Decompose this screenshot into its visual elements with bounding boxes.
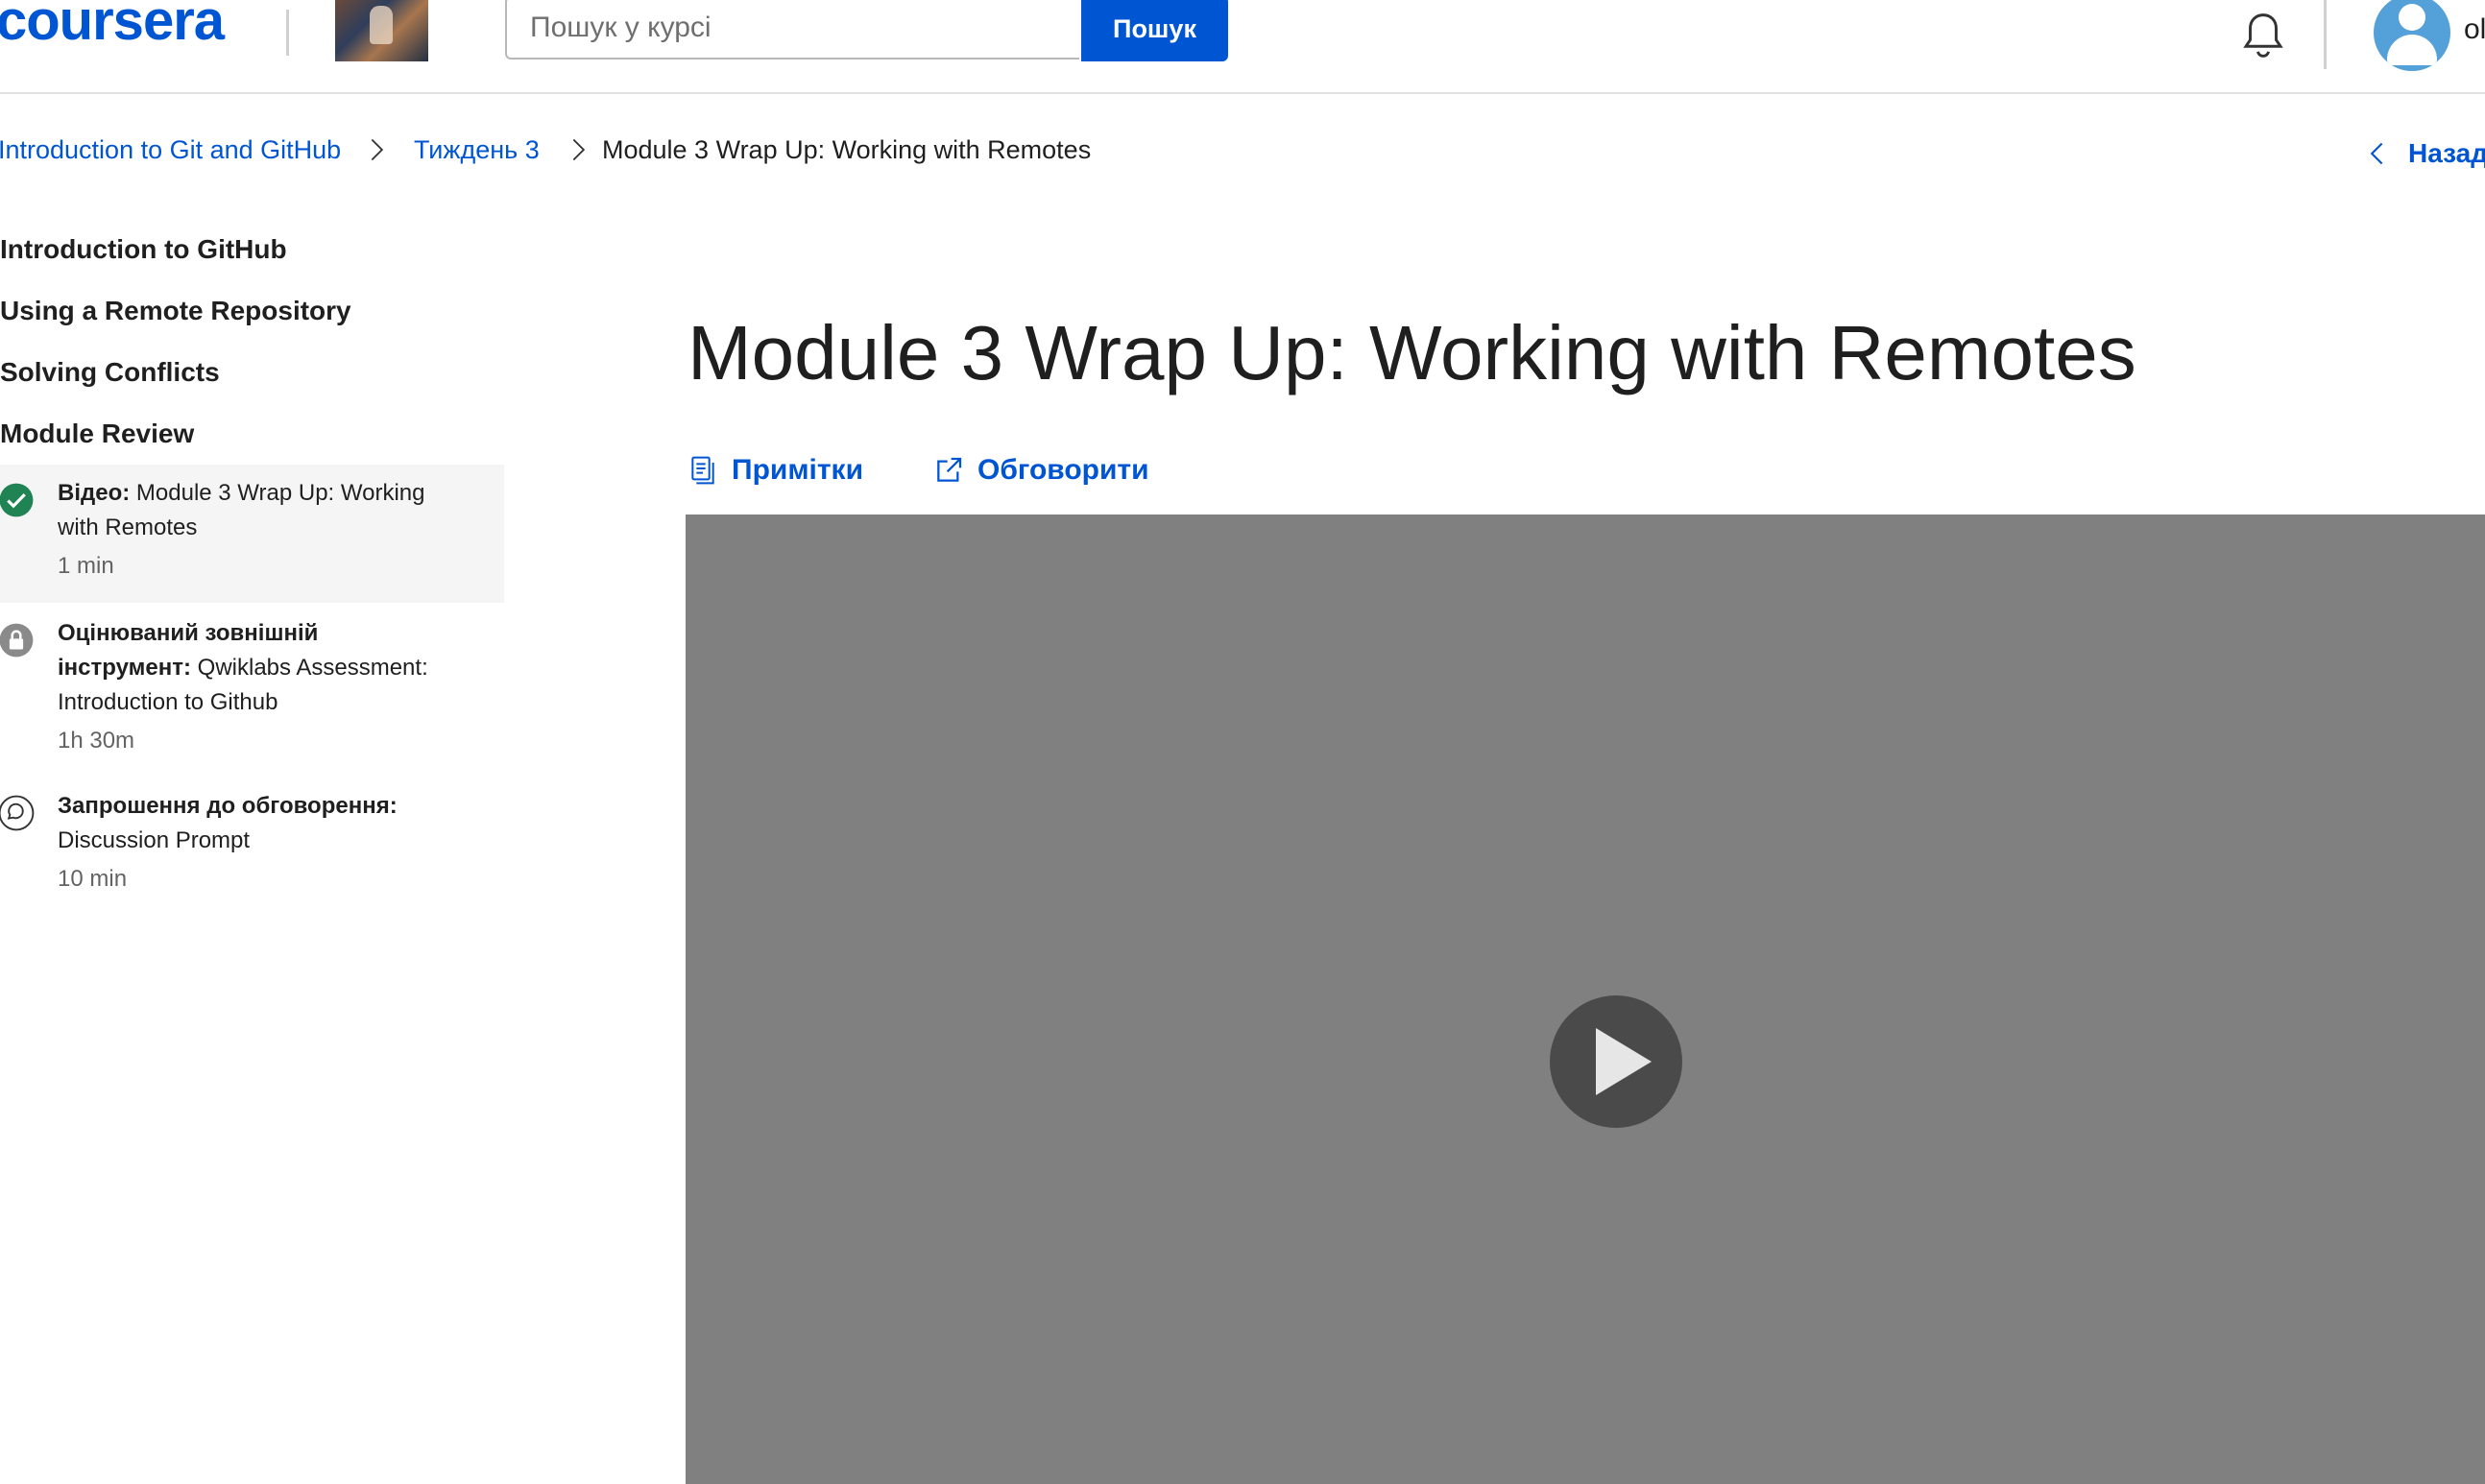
sidebar-item-discussion-prompt[interactable]: Запрошення до обговорення: Discussion Pr…	[0, 789, 504, 895]
chevron-right-icon	[371, 138, 384, 161]
item-title-line2: Qwiklabs Assessment:	[197, 655, 428, 681]
page-title: Module 3 Wrap Up: Working with Remotes	[688, 310, 2136, 395]
item-title: Discussion Prompt	[58, 827, 251, 853]
bell-icon[interactable]	[2237, 10, 2289, 61]
check-circle-icon	[0, 483, 34, 517]
sidebar-section-introduction-to-github[interactable]: Introduction to GitHub	[0, 230, 287, 269]
chat-bubble-icon	[0, 795, 35, 831]
notes-icon	[691, 456, 714, 485]
avatar-head	[2399, 4, 2425, 31]
avatar-body	[2387, 35, 2437, 65]
coursera-logo[interactable]: coursera	[0, 0, 225, 50]
sidebar-item-text: Оцінюваний зовнішній інструмент: Qwiklab…	[58, 616, 475, 720]
breadcrumb-week-link[interactable]: Тиждень 3	[414, 131, 540, 169]
chevron-right-icon	[572, 138, 586, 161]
lock-icon	[0, 623, 34, 658]
sidebar-item-text: Запрошення до обговорення: Discussion Pr…	[58, 789, 475, 858]
avatar-icon[interactable]	[2374, 0, 2450, 71]
notes-label: Примітки	[732, 454, 864, 486]
item-type-label: Запрошення до обговорення:	[58, 793, 398, 819]
sidebar-section-solving-conflicts[interactable]: Solving Conflicts	[0, 353, 220, 392]
header-divider	[286, 10, 289, 56]
search-input[interactable]	[505, 0, 1079, 60]
sidebar-item-text: Відео: Module 3 Wrap Up: Working with Re…	[58, 476, 475, 545]
chevron-left-icon	[2370, 142, 2383, 165]
item-type-label: Оцінюваний зовнішній	[58, 620, 319, 646]
top-header: coursera Пошук ol	[0, 0, 2485, 94]
back-label: Назад	[2408, 138, 2485, 168]
item-title-line2: with Remotes	[58, 515, 198, 540]
item-type-label: Відео:	[58, 480, 131, 506]
video-player[interactable]	[686, 515, 2485, 1484]
external-link-icon	[937, 457, 962, 482]
discuss-label: Обговорити	[977, 454, 1149, 486]
item-duration: 1 min	[58, 553, 114, 579]
sidebar-section-using-remote-repository[interactable]: Using a Remote Repository	[0, 292, 351, 330]
item-title-line3: Introduction to Github	[58, 689, 278, 715]
sidebar-section-module-review[interactable]: Module Review	[0, 415, 194, 453]
sidebar-item-video-wrap-up[interactable]: Відео: Module 3 Wrap Up: Working with Re…	[0, 465, 504, 603]
play-icon[interactable]	[1550, 995, 1682, 1128]
course-thumbnail[interactable]	[335, 0, 428, 61]
sidebar-item-qwiklabs-assessment[interactable]: Оцінюваний зовнішній інструмент: Qwiklab…	[0, 616, 504, 779]
item-duration: 10 min	[58, 866, 128, 892]
user-initials[interactable]: ol	[2464, 13, 2485, 46]
breadcrumb-current: Module 3 Wrap Up: Working with Remotes	[602, 135, 1092, 164]
header-divider-right	[2324, 0, 2327, 69]
search-button[interactable]: Пошук	[1081, 0, 1228, 61]
breadcrumb-course-link[interactable]: Introduction to Git and GitHub	[0, 131, 341, 169]
item-duration: 1h 30m	[58, 728, 135, 754]
item-title-line1: Module 3 Wrap Up: Working	[135, 480, 425, 506]
item-type-label-cont: інструмент:	[58, 655, 191, 681]
